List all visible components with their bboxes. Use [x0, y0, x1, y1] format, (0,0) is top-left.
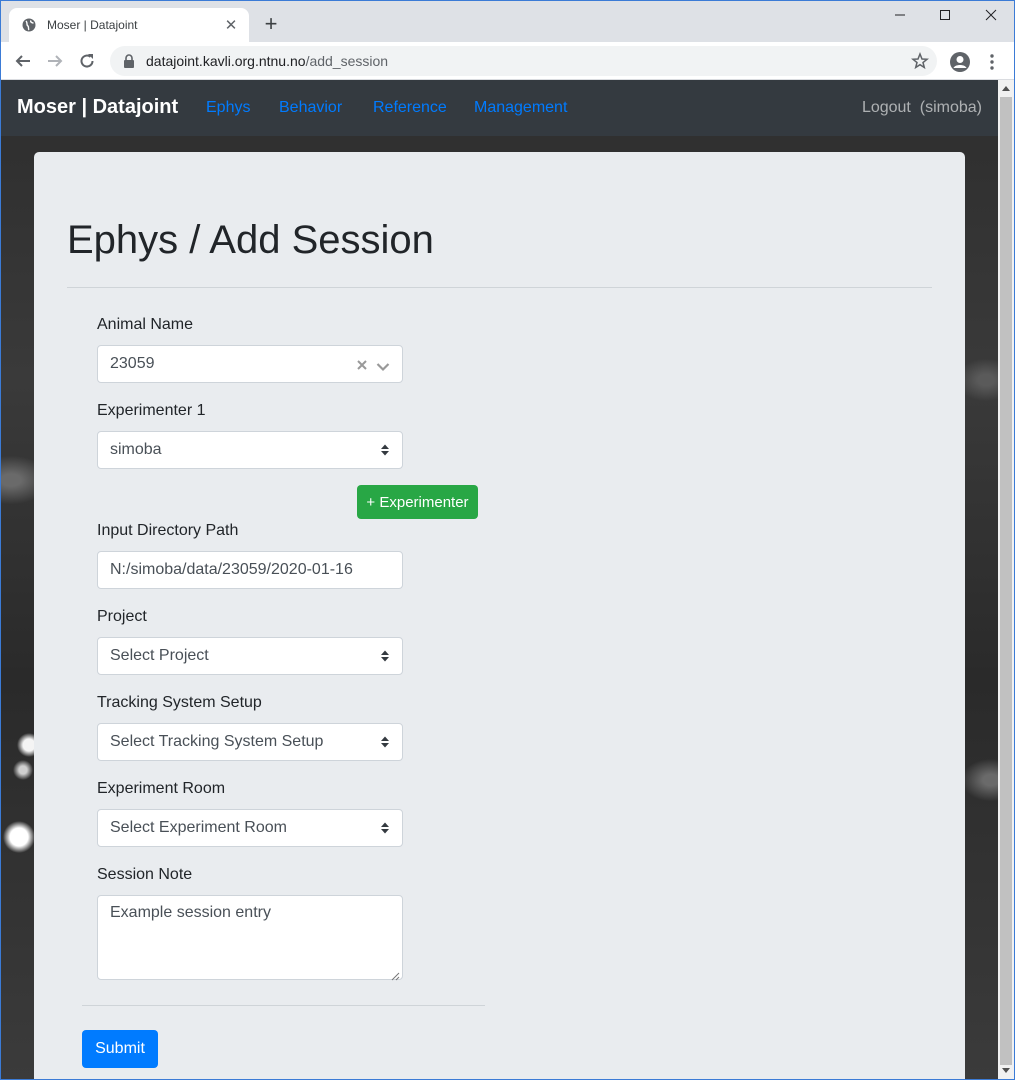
- browser-menu-icon[interactable]: [984, 51, 1000, 73]
- animal-name-select[interactable]: 23059: [97, 345, 403, 383]
- logout-link[interactable]: Logout (simoba): [862, 99, 982, 117]
- reload-icon[interactable]: [75, 49, 99, 73]
- session-note-value: Example session entry: [110, 904, 271, 921]
- url-host: datajoint.kavli.org.ntnu.no: [146, 53, 306, 69]
- nav-link-ephys[interactable]: Ephys: [206, 99, 250, 117]
- globe-icon: [21, 17, 37, 33]
- animal-name-label: Animal Name: [97, 316, 194, 333]
- close-tab-icon[interactable]: ✕: [223, 17, 239, 34]
- scroll-up-icon[interactable]: [998, 80, 1014, 96]
- tab-title: Moser | Datajoint: [47, 18, 138, 32]
- browser-tabstrip: Moser | Datajoint ✕ +: [0, 0, 1015, 42]
- experiment-room-value: Select Experiment Room: [110, 819, 287, 836]
- form-card: Ephys / Add Session Animal Name 23059 Ex…: [34, 152, 965, 1079]
- nav-link-management[interactable]: Management: [474, 99, 567, 117]
- experimenter-label: Experimenter 1: [97, 402, 206, 419]
- page-viewport: Moser | Datajoint Ephys Behavior Referen…: [1, 80, 998, 1079]
- maximize-icon[interactable]: [922, 0, 968, 30]
- select-arrows-icon: [380, 443, 390, 457]
- back-arrow-icon[interactable]: [11, 49, 35, 73]
- browser-tab[interactable]: Moser | Datajoint ✕: [9, 8, 249, 42]
- tracking-setup-value: Select Tracking System Setup: [110, 733, 324, 750]
- chevron-down-icon[interactable]: [376, 359, 390, 372]
- input-directory-label: Input Directory Path: [97, 522, 239, 539]
- close-window-icon[interactable]: [968, 0, 1014, 30]
- new-tab-button[interactable]: +: [260, 13, 282, 36]
- project-label: Project: [97, 608, 147, 625]
- experiment-room-select[interactable]: Select Experiment Room: [97, 809, 403, 847]
- divider: [67, 287, 932, 288]
- address-bar[interactable]: datajoint.kavli.org.ntnu.no/add_session: [110, 46, 937, 76]
- scroll-down-icon[interactable]: [998, 1063, 1014, 1079]
- page-scrollbar[interactable]: [998, 80, 1014, 1079]
- page-title: Ephys / Add Session: [67, 218, 434, 262]
- bookmark-star-icon[interactable]: [911, 51, 929, 70]
- project-value: Select Project: [110, 647, 209, 664]
- animal-name-value: 23059: [110, 355, 155, 372]
- submit-button[interactable]: Submit: [82, 1030, 158, 1068]
- tracking-setup-label: Tracking System Setup: [97, 694, 262, 711]
- divider: [82, 1005, 485, 1006]
- site-navbar: Moser | Datajoint Ephys Behavior Referen…: [1, 80, 998, 136]
- scrollbar-thumb[interactable]: [1000, 97, 1012, 1065]
- profile-avatar-icon[interactable]: [949, 51, 971, 73]
- select-arrows-icon: [380, 735, 390, 749]
- session-note-label: Session Note: [97, 866, 193, 883]
- add-experimenter-button[interactable]: + Experimenter: [357, 485, 478, 519]
- browser-toolbar: datajoint.kavli.org.ntnu.no/add_session: [0, 42, 1015, 80]
- forward-arrow-icon[interactable]: [43, 49, 67, 73]
- project-select[interactable]: Select Project: [97, 637, 403, 675]
- session-note-textarea[interactable]: Example session entry: [97, 895, 403, 981]
- input-directory-value: N:/simoba/data/23059/2020-01-16: [110, 561, 353, 578]
- clear-icon[interactable]: [356, 358, 368, 370]
- select-arrows-icon: [380, 821, 390, 835]
- minimize-icon[interactable]: [877, 0, 923, 30]
- nav-link-reference[interactable]: Reference: [373, 99, 447, 117]
- tracking-setup-select[interactable]: Select Tracking System Setup: [97, 723, 403, 761]
- url-path: /add_session: [305, 53, 389, 69]
- input-directory-field[interactable]: N:/simoba/data/23059/2020-01-16: [97, 551, 403, 589]
- resize-grip-icon[interactable]: [391, 968, 400, 981]
- experimenter-value: simoba: [110, 441, 162, 458]
- site-brand[interactable]: Moser | Datajoint: [17, 96, 178, 119]
- nav-link-behavior[interactable]: Behavior: [279, 99, 342, 117]
- select-arrows-icon: [380, 649, 390, 663]
- lock-icon: [122, 54, 136, 68]
- experimenter-select[interactable]: simoba: [97, 431, 403, 469]
- experiment-room-label: Experiment Room: [97, 780, 226, 797]
